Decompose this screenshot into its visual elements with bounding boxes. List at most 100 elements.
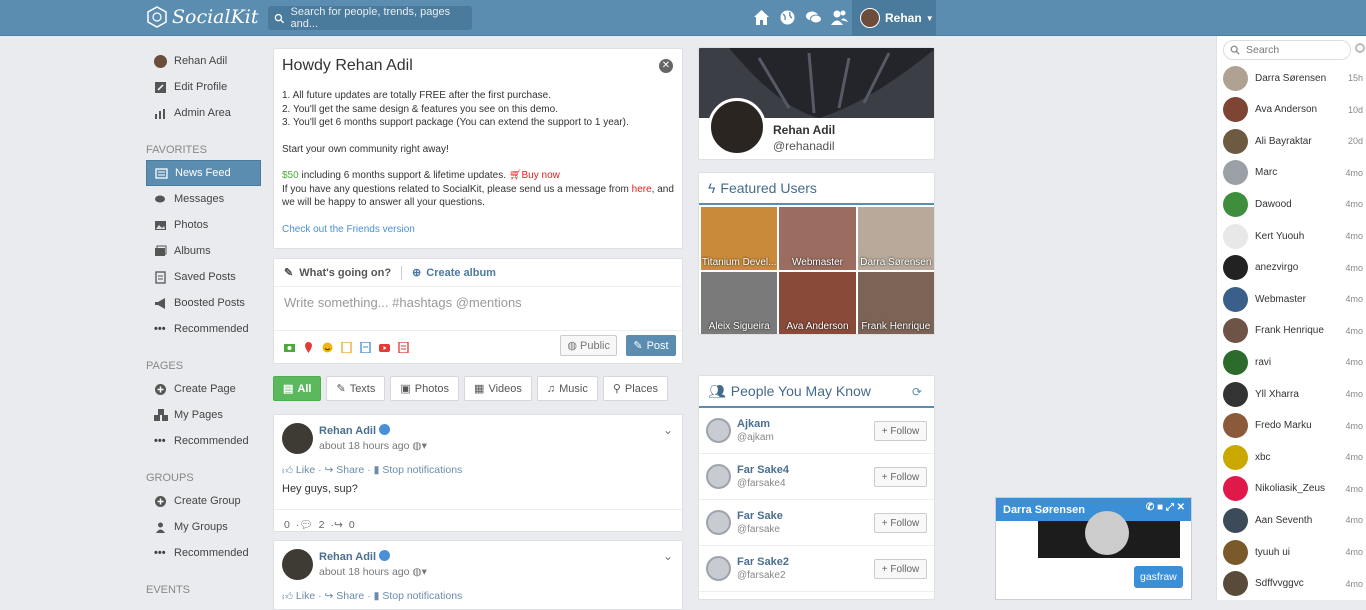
friends-version-link[interactable]: Check out the Friends version: [282, 224, 415, 235]
chat-contact[interactable]: xbc 4mo: [1223, 443, 1363, 471]
document-icon[interactable]: [398, 340, 409, 354]
sidebar-item-recommended-groups[interactable]: ••• Recommended: [146, 540, 261, 566]
post-textarea[interactable]: Write something... #hashtags @mentions: [274, 287, 682, 331]
sidebar-item-my-pages[interactable]: My Pages: [146, 402, 261, 428]
location-icon[interactable]: [303, 341, 314, 353]
featured-user[interactable]: Aleix Sigueira: [701, 271, 778, 334]
logo[interactable]: SocialKit: [146, 6, 258, 28]
gear-icon[interactable]: [1355, 43, 1365, 53]
avatar[interactable]: [706, 556, 731, 581]
close-icon[interactable]: ✕: [1177, 502, 1185, 513]
chat-contact[interactable]: Sdffvvggvc 4mo: [1223, 570, 1363, 598]
sidebar-item-my-groups[interactable]: My Groups: [146, 514, 261, 540]
follow-button[interactable]: + Follow: [874, 513, 927, 533]
sidebar-item-messages[interactable]: Messages: [146, 186, 261, 212]
sidebar-item-boosted-posts[interactable]: Boosted Posts: [146, 290, 261, 316]
chat-contact[interactable]: anezvirgo 4mo: [1223, 254, 1363, 282]
filter-places[interactable]: ⚲ Places: [602, 376, 668, 401]
sidebar-item-admin[interactable]: Admin Area: [146, 100, 261, 126]
sidebar-item-recommended-pages[interactable]: ••• Recommended: [146, 428, 261, 454]
chat-search-input[interactable]: Search: [1223, 40, 1351, 60]
camera-icon[interactable]: [284, 342, 295, 353]
sidebar-item-news-feed[interactable]: News Feed: [146, 160, 261, 186]
featured-user[interactable]: Frank Henrique: [857, 271, 934, 334]
phone-icon[interactable]: ✆: [1146, 502, 1154, 513]
comments-count[interactable]: 2: [319, 519, 325, 531]
follow-button[interactable]: + Follow: [874, 421, 927, 441]
avatar[interactable]: [282, 423, 313, 454]
chat-contact[interactable]: Nikoliasik_Zeus 4mo: [1223, 475, 1363, 503]
chat-contact[interactable]: Marc 4mo: [1223, 159, 1363, 187]
chevron-down-icon[interactable]: ⌄: [663, 549, 673, 563]
smiley-icon[interactable]: [322, 342, 333, 353]
featured-user[interactable]: Webmaster: [779, 207, 856, 270]
play-icon[interactable]: [1085, 511, 1129, 555]
filter-texts[interactable]: ✎ Texts: [326, 376, 386, 401]
avatar[interactable]: [708, 98, 766, 156]
suggestion-name[interactable]: Far Sake4: [737, 464, 789, 476]
sidebar-item-albums[interactable]: Albums: [146, 238, 261, 264]
post-author[interactable]: Rehan Adil: [319, 425, 376, 437]
profile-name[interactable]: Rehan Adil: [773, 123, 835, 137]
youtube-icon[interactable]: [379, 342, 390, 353]
globe-icon[interactable]: [778, 8, 797, 27]
here-link[interactable]: here: [632, 184, 652, 195]
privacy-dropdown[interactable]: ◍ Public: [560, 335, 617, 356]
shares-count[interactable]: 0: [349, 519, 355, 531]
chat-contact[interactable]: Webmaster 4mo: [1223, 285, 1363, 313]
filter-all[interactable]: ▤ All: [273, 376, 322, 401]
avatar[interactable]: [706, 418, 731, 443]
avatar[interactable]: [706, 464, 731, 489]
video-icon[interactable]: ■: [1157, 502, 1163, 513]
suggestion-name[interactable]: Ajkam: [737, 418, 774, 430]
suggestion-name[interactable]: Far Sake2: [737, 556, 789, 568]
video-message[interactable]: [1038, 511, 1180, 558]
sidebar-item-photos[interactable]: Photos: [146, 212, 261, 238]
chat-contact[interactable]: Yll Xharra 4mo: [1223, 380, 1363, 408]
filter-music[interactable]: ♫ Music: [536, 376, 598, 401]
sidebar-item-create-group[interactable]: Create Group: [146, 488, 261, 514]
featured-user[interactable]: Ava Anderson: [779, 271, 856, 334]
share-link[interactable]: Share: [336, 464, 364, 476]
search-input[interactable]: Search for people, trends, pages and...: [268, 6, 472, 30]
likes-count[interactable]: 0: [284, 519, 290, 531]
sidebar-item-recommended[interactable]: ••• Recommended: [146, 316, 261, 342]
post-button[interactable]: ✎ Post: [626, 335, 676, 356]
sidebar-item-profile[interactable]: Rehan Adil: [146, 48, 261, 74]
post-time[interactable]: about 18 hours ago: [319, 566, 410, 578]
tab-whats-going-on[interactable]: What's going on?: [299, 267, 391, 279]
featured-user[interactable]: Titanium Devel...: [701, 207, 778, 270]
stop-notifications-link[interactable]: Stop notifications: [382, 464, 462, 476]
avatar[interactable]: [282, 549, 313, 580]
globe-icon[interactable]: ◍▾: [412, 566, 426, 578]
friends-icon[interactable]: [830, 8, 849, 27]
sidebar-item-edit-profile[interactable]: Edit Profile: [146, 74, 261, 100]
expand-icon[interactable]: ⤢: [1166, 502, 1174, 513]
tab-create-album[interactable]: Create album: [426, 267, 496, 279]
follow-button[interactable]: + Follow: [874, 559, 927, 579]
chat-contact[interactable]: Ali Bayraktar 20d: [1223, 127, 1363, 155]
user-menu[interactable]: Rehan ▼: [852, 0, 936, 36]
featured-user[interactable]: Darra Sørensen: [857, 207, 934, 270]
post-author[interactable]: Rehan Adil: [319, 551, 376, 563]
chat-contact[interactable]: Fredo Marku 4mo: [1223, 412, 1363, 440]
chat-contact[interactable]: Aan Seventh 4mo: [1223, 506, 1363, 534]
chat-contact[interactable]: ravi 4mo: [1223, 348, 1363, 376]
chat-contact[interactable]: Frank Henrique 4mo: [1223, 317, 1363, 345]
close-icon[interactable]: ✕: [659, 59, 673, 73]
share-link[interactable]: Share: [336, 590, 364, 602]
buy-now-link[interactable]: Buy now: [522, 170, 560, 181]
file-icon[interactable]: [360, 340, 371, 354]
post-time[interactable]: about 18 hours ago: [319, 440, 410, 452]
sidebar-item-saved-posts[interactable]: Saved Posts: [146, 264, 261, 290]
chevron-down-icon[interactable]: ⌄: [663, 423, 673, 437]
music-file-icon[interactable]: [341, 340, 352, 354]
chat-contact[interactable]: Ava Anderson 10d: [1223, 96, 1363, 124]
stop-notifications-link[interactable]: Stop notifications: [382, 590, 462, 602]
follow-button[interactable]: + Follow: [874, 467, 927, 487]
messages-icon[interactable]: [804, 8, 823, 27]
sidebar-item-create-page[interactable]: Create Page: [146, 376, 261, 402]
like-link[interactable]: Like: [296, 590, 315, 602]
chat-contact[interactable]: Dawood 4mo: [1223, 190, 1363, 218]
filter-photos[interactable]: ▣ Photos: [390, 376, 460, 401]
